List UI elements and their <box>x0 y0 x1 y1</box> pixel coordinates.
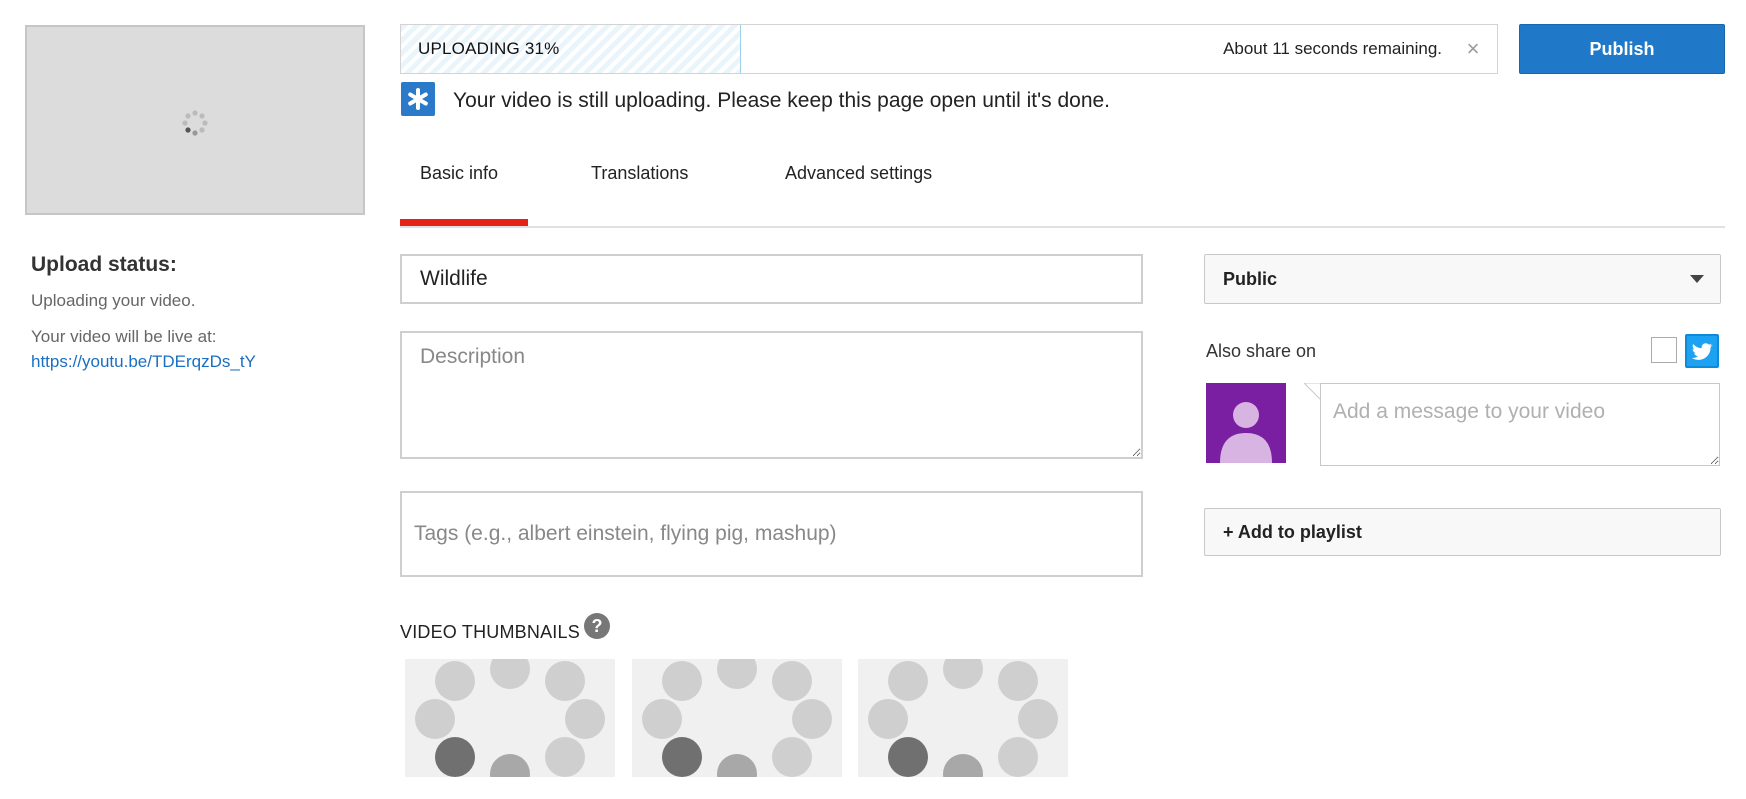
upload-notice-text: Your video is still uploading. Please ke… <box>453 89 1111 112</box>
loading-spinner-icon <box>868 659 1058 777</box>
privacy-select-value: Public <box>1223 269 1278 289</box>
privacy-select[interactable]: Public <box>1204 254 1721 304</box>
tab-basic-info[interactable]: Basic info <box>420 163 498 184</box>
time-remaining-text: About 11 seconds remaining. <box>1223 39 1442 58</box>
upload-progress-label: UPLOADING 31% <box>418 39 560 58</box>
description-input[interactable] <box>400 331 1143 459</box>
video-preview <box>25 25 365 215</box>
video-thumbnails-heading: VIDEO THUMBNAILS <box>400 622 580 642</box>
video-url-link[interactable]: https://youtu.be/TDErqzDs_tY <box>31 352 256 372</box>
chevron-down-icon <box>1690 275 1704 283</box>
avatar <box>1206 383 1286 463</box>
share-label: Also share on <box>1206 341 1317 361</box>
close-icon[interactable]: × <box>1462 38 1484 60</box>
loading-spinner-icon <box>182 110 208 136</box>
upload-status-title: Upload status: <box>31 253 177 276</box>
thumbnail-option-1[interactable] <box>405 659 615 777</box>
add-to-playlist-button[interactable]: + Add to playlist <box>1204 508 1721 556</box>
tags-input[interactable] <box>400 491 1143 577</box>
tab-advanced-settings[interactable]: Advanced settings <box>785 163 932 184</box>
twitter-icon[interactable] <box>1685 334 1719 368</box>
share-twitter-checkbox[interactable] <box>1651 337 1677 363</box>
upload-progress-bar: UPLOADING 31% About 11 seconds remaining… <box>400 24 1498 74</box>
share-message-input[interactable] <box>1320 383 1720 466</box>
star-icon <box>401 82 435 116</box>
active-tab-indicator <box>400 219 528 226</box>
thumbnail-option-2[interactable] <box>632 659 842 777</box>
tabs-divider <box>400 226 1725 228</box>
thumbnail-option-3[interactable] <box>858 659 1068 777</box>
upload-status-text: Uploading your video. <box>31 291 196 310</box>
help-icon[interactable]: ? <box>584 613 610 639</box>
loading-spinner-icon <box>642 659 832 777</box>
tab-translations[interactable]: Translations <box>591 163 688 184</box>
live-url-label: Your video will be live at: <box>31 327 217 346</box>
publish-button[interactable]: Publish <box>1519 24 1725 74</box>
title-input[interactable] <box>400 254 1143 304</box>
loading-spinner-icon <box>415 659 605 777</box>
